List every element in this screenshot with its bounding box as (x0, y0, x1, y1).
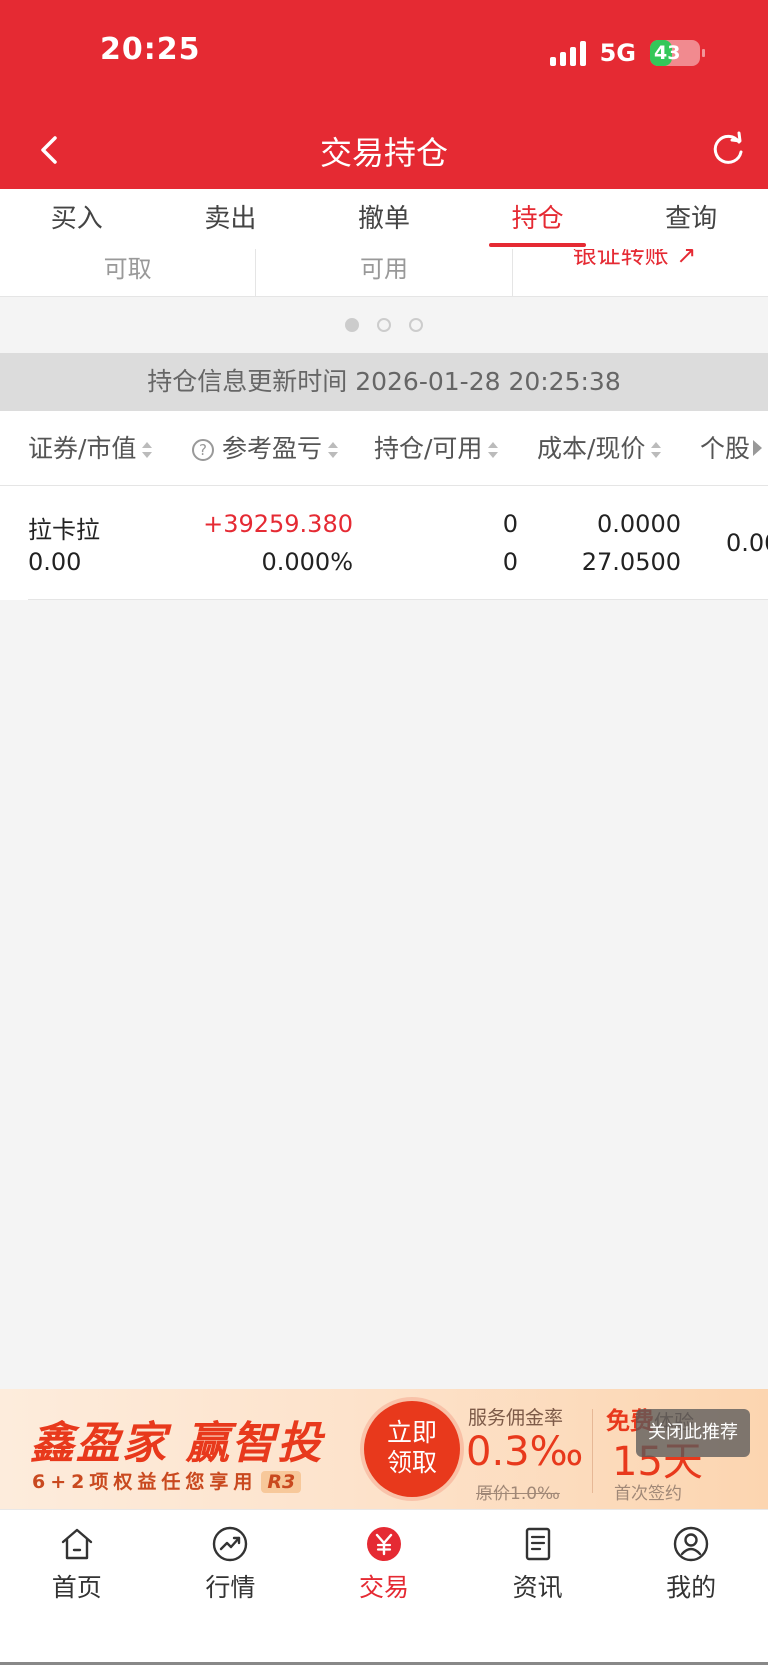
sort-icon (488, 442, 499, 458)
signal-icon (549, 40, 586, 66)
market-value: 0.00 (28, 548, 82, 576)
header-profit[interactable]: ? 参考盈亏 (192, 411, 339, 485)
rate-label: 服务佣金率 (468, 1407, 564, 1429)
table-row[interactable]: 拉卡拉 0.00 +39259.380 0.000% 0 0 0.0000 27… (0, 486, 768, 600)
claim-button[interactable]: 立即 领取 (364, 1401, 460, 1497)
first-sign-label: 首次签约 (614, 1484, 682, 1504)
tabbar-label: 资讯 (512, 1573, 563, 1602)
profile-icon (673, 1526, 709, 1562)
claim-line-2: 领取 (386, 1448, 437, 1477)
tab-sell[interactable]: 卖出 (154, 189, 308, 249)
transfer-cell: 银证转账 ↗ (513, 249, 768, 296)
rate-value: 0.3‰ (466, 1429, 584, 1475)
tabbar-item-trade[interactable]: 交易 (307, 1510, 461, 1665)
yuan-icon (366, 1527, 401, 1561)
tab-buy[interactable]: 买入 (0, 189, 154, 249)
header-holding[interactable]: 持仓/可用 (374, 411, 499, 485)
header-holding-label: 持仓/可用 (374, 434, 483, 463)
tabbar-item-market[interactable]: 行情 (154, 1510, 308, 1665)
sort-icon (142, 442, 153, 458)
banner-brand: 鑫盈家 赢智投 (30, 1418, 324, 1469)
tab-cancel[interactable]: 撤单 (307, 189, 461, 249)
banner-subtitle: 6+2项权益任您享用 R3 (32, 1467, 302, 1494)
battery-level: 43 (654, 42, 681, 64)
extra-value: 0.00 (726, 529, 768, 557)
current-price: 27.0500 (581, 548, 681, 576)
risk-badge: R3 (261, 1471, 302, 1493)
page-dot-2[interactable] (377, 318, 391, 332)
trend-icon (213, 1526, 248, 1562)
cost-price: 0.0000 (597, 510, 681, 538)
header-cost[interactable]: 成本/现价 (537, 411, 662, 485)
tabbar-label: 我的 (666, 1573, 717, 1602)
header-more-label: 个股 (700, 434, 751, 463)
bottom-tab-bar: 首页 行情 交易 资讯 我的 (0, 1509, 768, 1665)
promo-banner[interactable]: 鑫盈家 赢智投 6+2项权益任您享用 R3 立即 领取 服务佣金率 0.3‰ 原价… (0, 1389, 768, 1509)
available-qty: 0 (502, 548, 518, 576)
funds-summary: 可取 可用 银证转账 ↗ (0, 249, 768, 297)
help-icon[interactable]: ? (192, 439, 214, 461)
withdrawable-label: 可取 (0, 249, 257, 296)
page-dot-3[interactable] (409, 318, 423, 332)
rate-original: 原价1.0‰ (476, 1484, 560, 1504)
bank-transfer-link[interactable]: 银证转账 ↗ (573, 249, 697, 275)
sort-icon (651, 442, 662, 458)
header-profit-label: 参考盈亏 (222, 434, 323, 463)
tabbar-label: 交易 (358, 1573, 409, 1602)
tab-query[interactable]: 查询 (614, 189, 768, 249)
battery-icon: 43 (650, 40, 705, 66)
network-label: 5G (599, 39, 636, 67)
row-divider (28, 599, 768, 600)
close-recommendation-button[interactable]: 关闭此推荐 (636, 1409, 750, 1457)
profit-percent: 0.000% (261, 548, 353, 576)
sort-icon (328, 442, 339, 458)
page-dot-1[interactable] (345, 318, 359, 332)
header-security[interactable]: 证券/市值 (28, 411, 153, 485)
page-title: 交易持仓 (319, 134, 448, 172)
tabbar-label: 首页 (51, 1573, 102, 1602)
tabbar-item-news[interactable]: 资讯 (461, 1510, 615, 1665)
battery-cap (702, 49, 705, 57)
available-label: 可用 (256, 249, 513, 296)
holdings-table-header: 证券/市值 ? 参考盈亏 持仓/可用 成本/现价 个股 (0, 411, 768, 486)
scroll-right-icon[interactable] (753, 440, 762, 456)
holding-qty: 0 (502, 510, 518, 538)
trade-tabs: 买入 卖出 撤单 持仓 查询 (0, 189, 768, 249)
header-more[interactable]: 个股 (700, 411, 751, 485)
home-icon (61, 1528, 92, 1560)
banner-subtitle-text: 6+2项权益任您享用 (32, 1471, 258, 1493)
status-bar: 20:25 5G 43 (0, 0, 768, 110)
profit-value: +39259.380 (203, 510, 353, 538)
page-indicator (0, 297, 768, 353)
header-cost-label: 成本/现价 (537, 434, 646, 463)
tabbar-item-home[interactable]: 首页 (0, 1510, 154, 1665)
status-indicators: 5G 43 (549, 38, 705, 68)
news-icon (525, 1527, 550, 1561)
banner-divider (592, 1409, 593, 1493)
nav-bar: 交易持仓 (0, 110, 768, 189)
tabbar-label: 行情 (205, 1573, 256, 1602)
refresh-icon[interactable] (708, 130, 748, 170)
holdings-update-time: 持仓信息更新时间 2026-01-28 20:25:38 (0, 353, 768, 411)
tabbar-item-mine[interactable]: 我的 (614, 1510, 768, 1665)
tab-holdings[interactable]: 持仓 (461, 189, 615, 249)
claim-line-1: 立即 (386, 1418, 437, 1447)
status-time: 20:25 (100, 32, 201, 67)
header-security-label: 证券/市值 (28, 434, 137, 463)
stock-name: 拉卡拉 (28, 516, 100, 544)
